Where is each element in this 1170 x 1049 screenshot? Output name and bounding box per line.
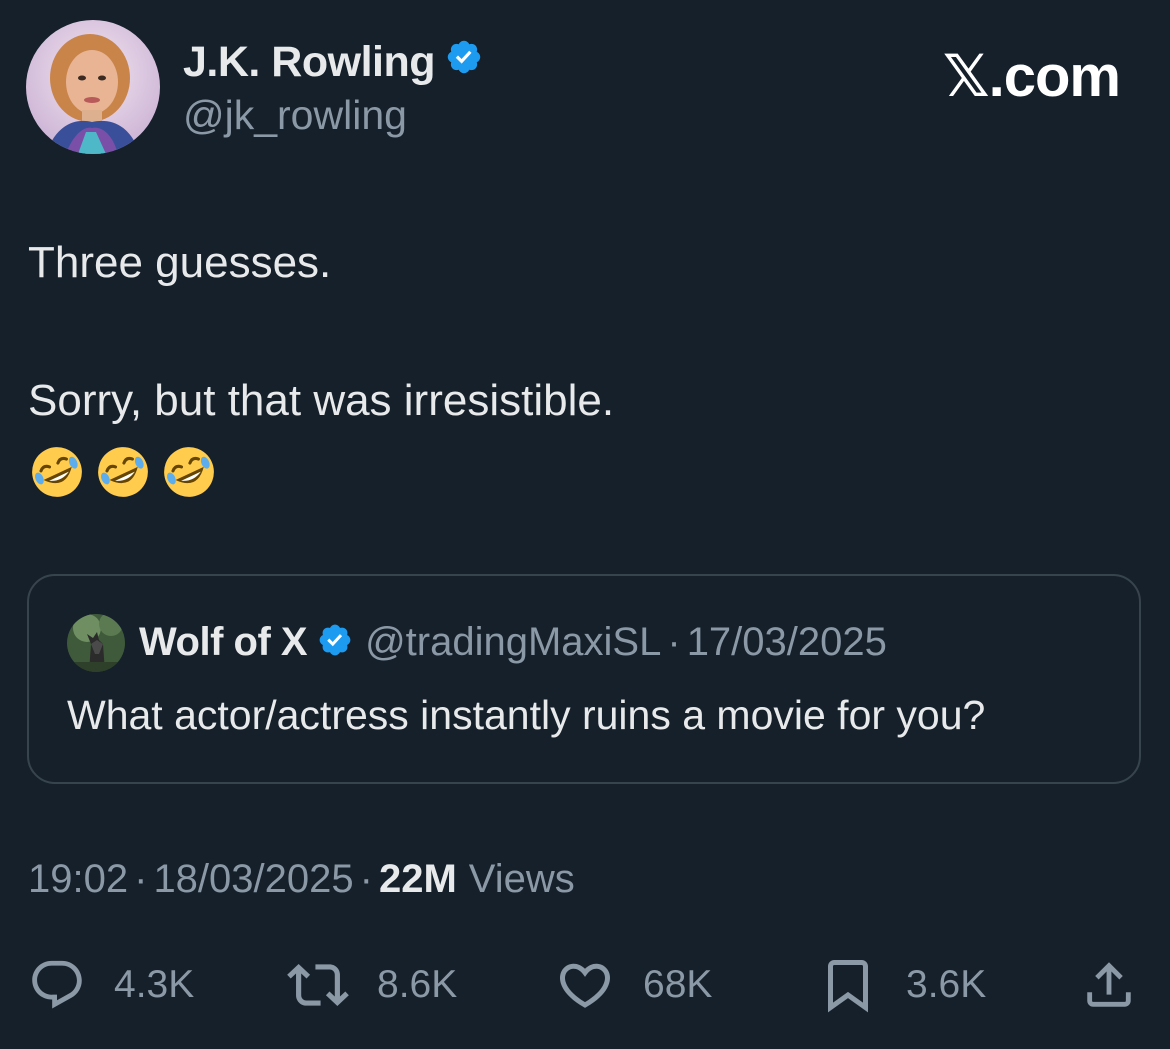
verified-badge-icon [445, 38, 483, 87]
reply-icon [32, 960, 82, 1009]
profile-photo-icon [26, 20, 160, 154]
tweet-meta: 19:02 · 18/03/2025 · 22M Views [28, 857, 575, 902]
repost-button[interactable]: 8.6K [287, 950, 457, 1020]
quote-separator: · [667, 620, 681, 664]
repost-count: 8.6K [377, 963, 458, 1006]
action-bar: 4.3K 8.6K 68K 3.6K [0, 950, 1170, 1020]
meta-separator-2: · [359, 857, 373, 901]
verified-badge-icon [317, 622, 353, 663]
like-count: 68K [643, 963, 713, 1006]
like-button[interactable]: 68K [555, 950, 712, 1020]
heart-icon [559, 963, 611, 1008]
rolling-on-floor-laughing-icon [32, 447, 82, 497]
bookmark-count: 3.6K [906, 963, 987, 1006]
author-name-text: J.K. Rowling [183, 38, 436, 86]
emoji-row [29, 444, 217, 500]
author-avatar[interactable] [26, 20, 160, 154]
bookmark-button[interactable]: 3.6K [818, 950, 986, 1020]
tweet-line-2: Sorry, but that was irresistible. [28, 376, 615, 425]
wolf-avatar-icon [67, 614, 125, 672]
quote-author-handle[interactable]: @tradingMaxiSL [365, 620, 661, 665]
meta-separator-1: · [134, 857, 148, 901]
quote-date[interactable]: 17/03/2025 [687, 620, 887, 665]
tweet-line-1: Three guesses. [28, 238, 332, 287]
rolling-on-floor-laughing-icon [98, 447, 148, 497]
share-icon [1087, 962, 1131, 1007]
quote-text: What actor/actress instantly ruins a mov… [67, 692, 986, 738]
share-button[interactable] [1080, 950, 1138, 1020]
tweet-date[interactable]: 18/03/2025 [153, 857, 353, 902]
author-name[interactable]: J.K. Rowling [183, 38, 483, 87]
quoted-tweet-card[interactable]: Wolf of X @tradingMaxiSL · 17/03/2025 Wh… [27, 574, 1141, 784]
quote-author-name[interactable]: Wolf of X [139, 620, 308, 665]
views-label: Views [468, 857, 575, 901]
views-count: 22M [378, 857, 457, 901]
quote-author-avatar[interactable] [67, 614, 125, 672]
author-handle[interactable]: @jk_rowling [183, 92, 407, 139]
reply-button[interactable]: 4.3K [28, 950, 194, 1020]
x-brand-logo: 𝕏.com [942, 44, 1121, 109]
tweet-time[interactable]: 19:02 [28, 857, 128, 902]
tweet-text: Three guesses. Sorry, but that was irres… [28, 234, 614, 430]
repost-icon [287, 964, 349, 1006]
quote-header: Wolf of X @tradingMaxiSL · 17/03/2025 [139, 620, 887, 665]
bookmark-icon [828, 960, 868, 1013]
rolling-on-floor-laughing-icon [164, 447, 214, 497]
reply-count: 4.3K [114, 963, 195, 1006]
